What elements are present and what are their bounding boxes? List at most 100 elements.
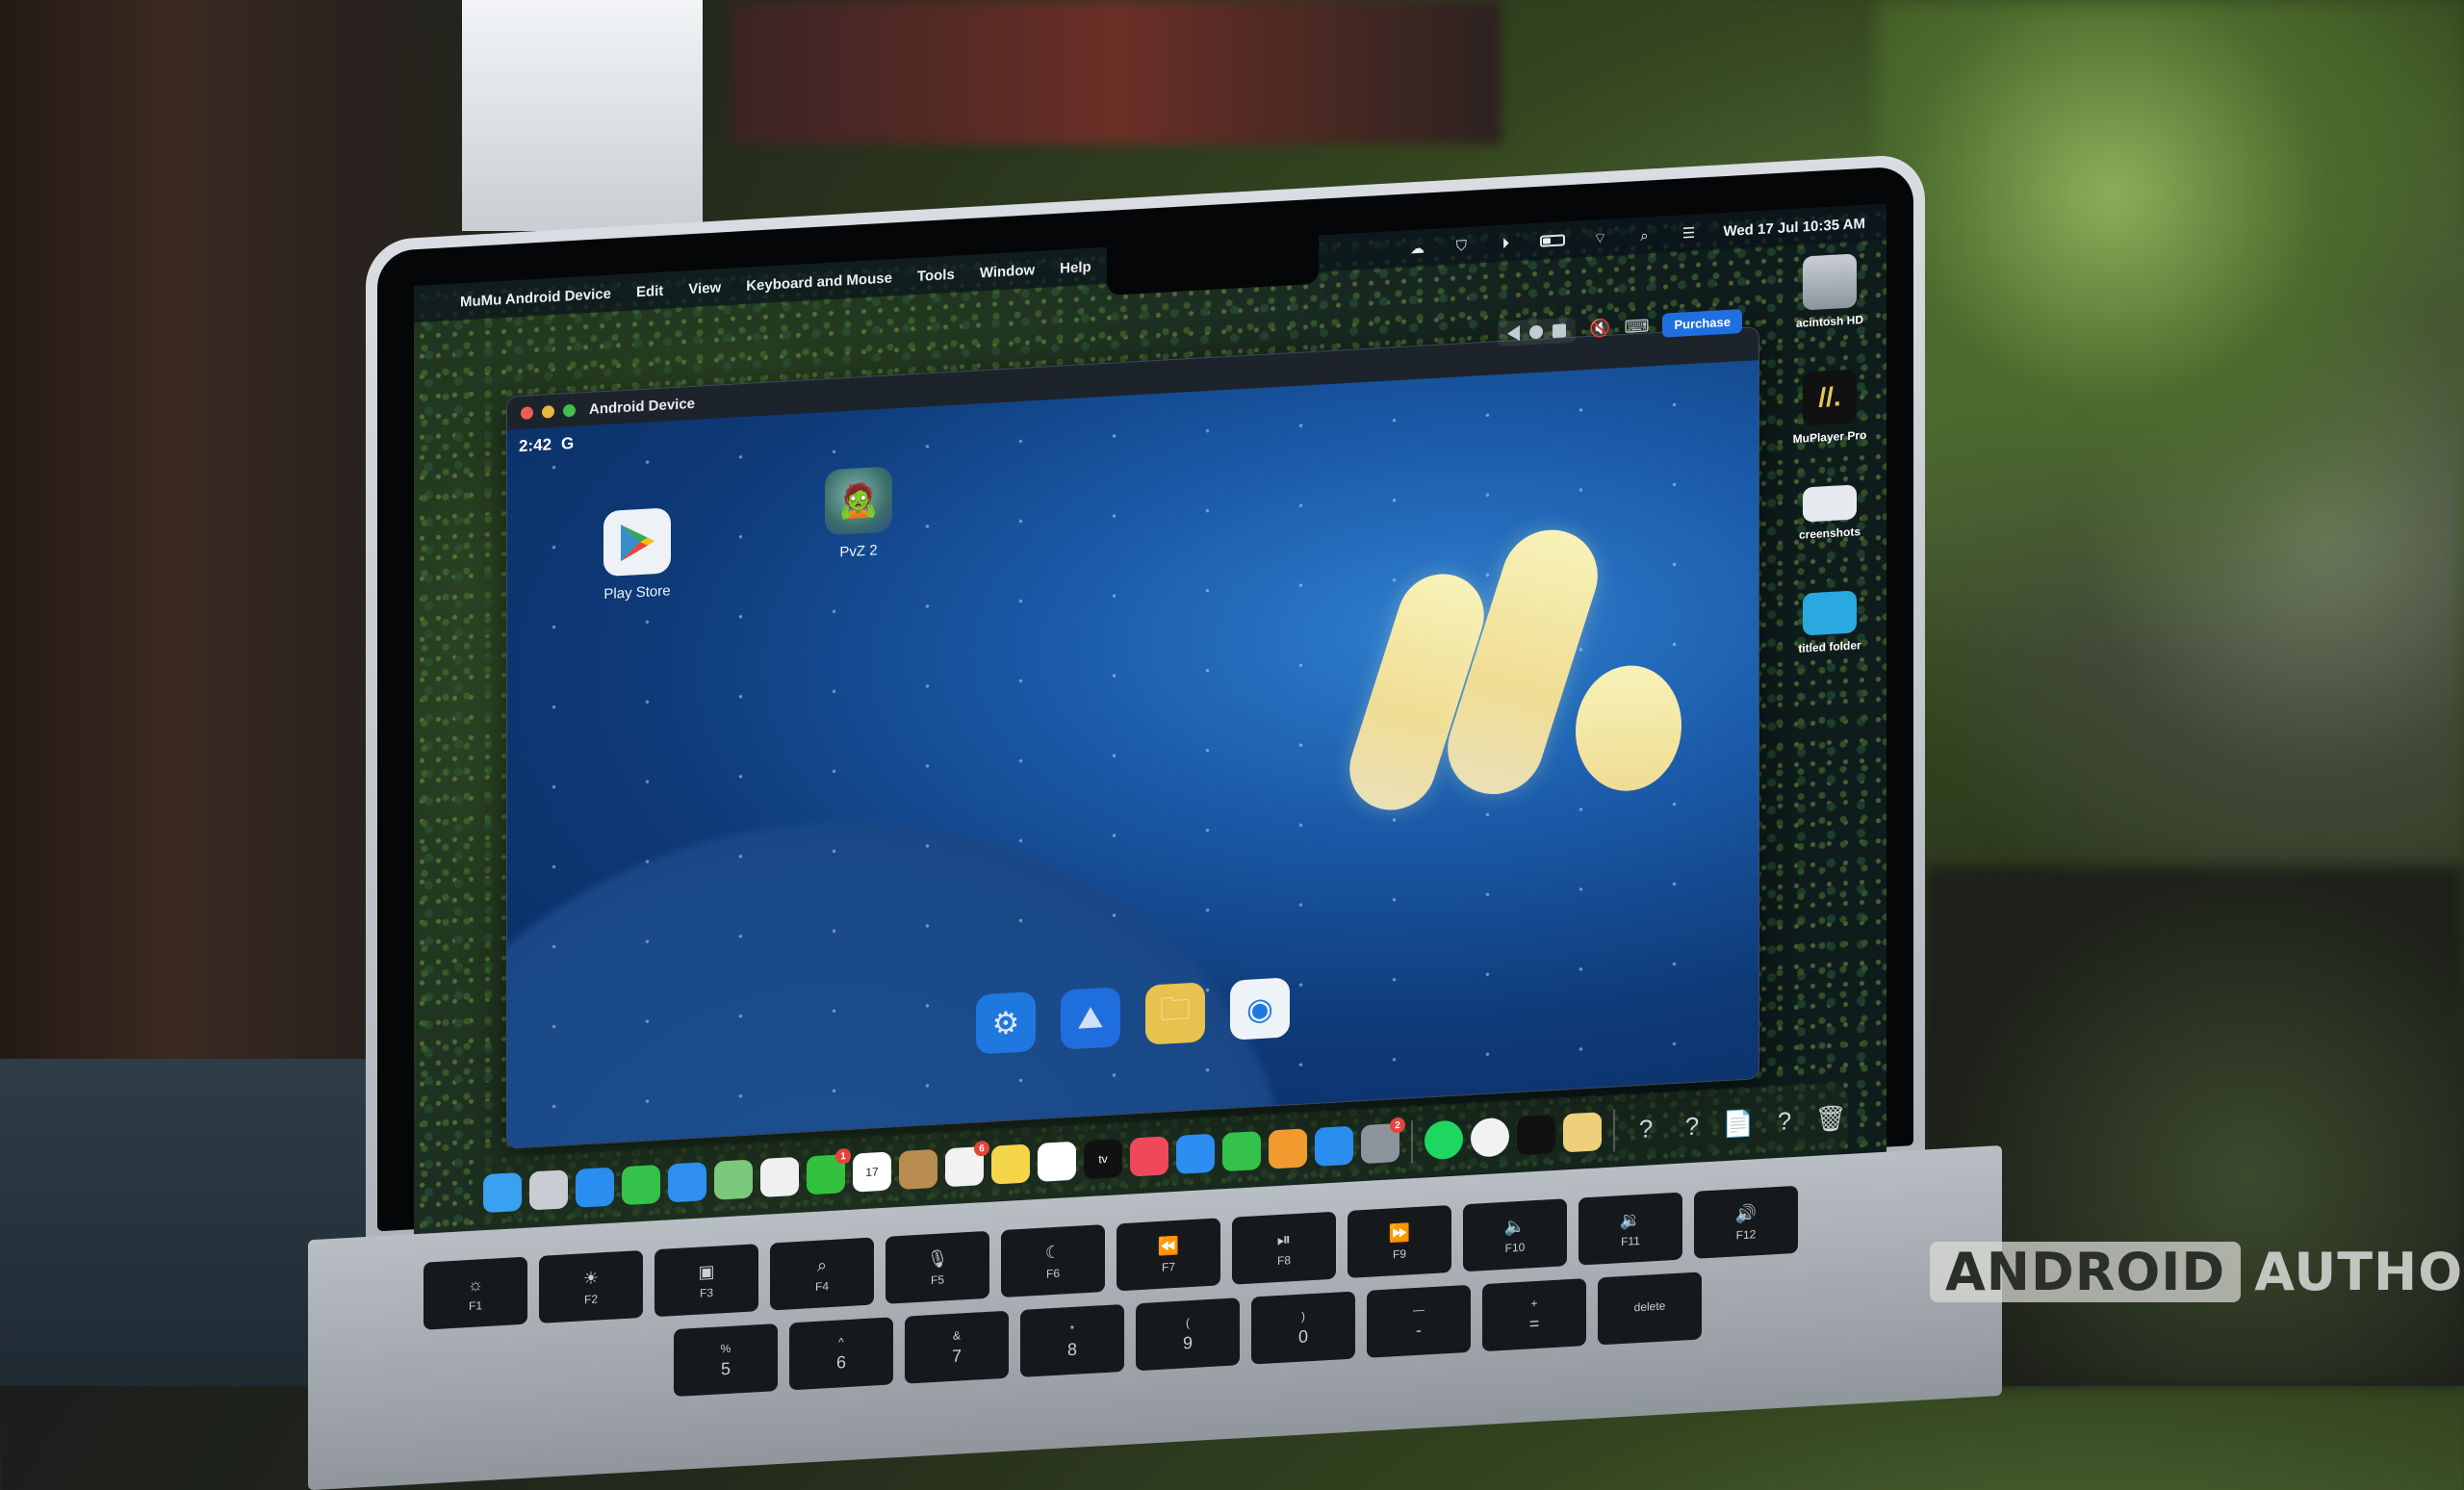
folder-icon [1803, 590, 1857, 636]
dock-app-store[interactable] [1315, 1125, 1353, 1167]
play-circle-icon[interactable]: ⏵ [1496, 235, 1515, 251]
keyboard-icon[interactable]: ⌨ [1624, 316, 1649, 337]
logo-dot [1576, 662, 1681, 794]
key-top-label: ( [1186, 1315, 1190, 1329]
dock-unknown-app[interactable]: ? [1673, 1106, 1711, 1146]
menu-window[interactable]: Window [980, 262, 1035, 281]
screen-bezel: MuMu Android Device Edit View Keyboard a… [377, 166, 1913, 1249]
dock-system-settings[interactable]: 2 [1361, 1117, 1405, 1165]
menu-app-name[interactable]: MuMu Android Device [460, 285, 611, 310]
dock-facetime[interactable]: 1 [807, 1147, 851, 1195]
menu-tools[interactable]: Tools [917, 266, 955, 284]
key-f2[interactable]: ☀ F2 [539, 1249, 643, 1323]
key-=[interactable]: + = [1482, 1278, 1586, 1352]
dock-muplayer[interactable] [1517, 1114, 1555, 1156]
key-f5[interactable]: 🎙 F5 [886, 1230, 989, 1304]
dock-reminders[interactable]: 6 [945, 1140, 989, 1188]
dock-document[interactable]: 📄 [1719, 1103, 1758, 1143]
back-icon[interactable] [1507, 324, 1521, 342]
dock-unknown-app[interactable]: ? [1627, 1109, 1665, 1149]
gallery-icon[interactable]: ⛰ [1061, 987, 1120, 1050]
menu-keyboard-and-mouse[interactable]: Keyboard and Mouse [746, 270, 892, 294]
key-symbol: 🔈 [1503, 1216, 1527, 1237]
desktop-icon-hard-drive[interactable]: acintosh HD [1786, 252, 1873, 330]
key-label: F4 [814, 1278, 829, 1294]
desktop-icon-folder[interactable]: titled folder [1786, 589, 1873, 655]
dock-notes[interactable] [991, 1143, 1030, 1185]
key-f8[interactable]: ⏯ F8 [1232, 1211, 1336, 1285]
notification-badge: 2 [1390, 1117, 1405, 1134]
notification-badge: 6 [974, 1140, 989, 1157]
dock-keynote[interactable] [1176, 1133, 1215, 1174]
control-center-icon[interactable]: ☰ [1679, 225, 1698, 243]
dock-trash[interactable]: 🗑 [1811, 1098, 1850, 1139]
dock-freeform[interactable] [1038, 1141, 1076, 1182]
key--[interactable]: — - [1367, 1284, 1471, 1358]
dock-photos[interactable] [760, 1156, 799, 1198]
browser-icon[interactable]: ◉ [1230, 977, 1290, 1040]
app-pvz2[interactable]: 🧟 PvZ 2 [825, 466, 892, 561]
dock-music[interactable] [1130, 1136, 1168, 1177]
menu-edit[interactable]: Edit [636, 282, 663, 300]
key-label: F3 [699, 1285, 713, 1300]
dock-chrome[interactable] [1471, 1117, 1509, 1158]
dock-separator [1411, 1120, 1413, 1164]
desktop-icon-muplayer[interactable]: //. MuPlayer Pro [1786, 368, 1873, 446]
close-button[interactable] [521, 405, 533, 420]
key-f10[interactable]: 🔈 F10 [1463, 1198, 1567, 1272]
dock-safari[interactable] [576, 1167, 614, 1208]
desktop-icon-screenshots[interactable]: creenshots [1786, 483, 1873, 542]
minimize-button[interactable] [542, 404, 554, 419]
key-0[interactable]: ) 0 [1251, 1291, 1355, 1365]
key-f3[interactable]: ▣ F3 [654, 1244, 758, 1318]
key-label: F5 [930, 1272, 944, 1287]
key-f9[interactable]: ⏩ F9 [1348, 1204, 1451, 1278]
shield-icon[interactable]: ⛉ [1451, 238, 1471, 255]
menu-help[interactable]: Help [1060, 258, 1091, 276]
recents-icon[interactable] [1553, 323, 1567, 339]
key-symbol: 🔊 [1734, 1202, 1758, 1223]
dock-messages[interactable] [622, 1164, 660, 1206]
dock-calendar[interactable]: 17 [853, 1151, 891, 1193]
dock-tv[interactable]: tv [1084, 1139, 1122, 1180]
dock-contacts[interactable] [899, 1148, 937, 1191]
key-bottom-label: 0 [1297, 1325, 1308, 1347]
menu-view[interactable]: View [688, 279, 721, 297]
key-f12[interactable]: 🔊 F12 [1694, 1185, 1798, 1259]
volume-mute-icon[interactable]: 🔇 [1589, 318, 1610, 339]
creative-cloud-icon[interactable]: ☁ [1407, 240, 1426, 258]
home-icon[interactable] [1529, 324, 1544, 340]
key-symbol: ▣ [698, 1261, 715, 1282]
dock-mail[interactable] [668, 1162, 706, 1203]
battery-icon[interactable] [1540, 234, 1566, 247]
dock-maps[interactable] [714, 1159, 753, 1200]
app-play-store[interactable]: Play Store [603, 507, 671, 603]
file-manager-icon[interactable]: 🗀 [1145, 982, 1205, 1045]
key-7[interactable]: & 7 [905, 1310, 1009, 1384]
wifi-icon[interactable]: ⌔ [1590, 229, 1609, 246]
key-f6[interactable]: ☾ F6 [1001, 1224, 1105, 1298]
dock-launchpad[interactable] [529, 1169, 568, 1211]
dock-spotify[interactable] [1424, 1119, 1463, 1161]
menu-clock[interactable]: Wed 17 Jul 10:35 AM [1723, 215, 1865, 239]
key-9[interactable]: (9 [1136, 1297, 1240, 1372]
key-f1[interactable]: ☼ F1 [424, 1256, 527, 1330]
key-delete[interactable]: delete [1598, 1272, 1702, 1346]
key-symbol: ☾ [1044, 1242, 1062, 1263]
screenshots-icon [1803, 484, 1857, 523]
zoom-button[interactable] [563, 403, 576, 418]
key-f7[interactable]: ⏪ F7 [1116, 1218, 1220, 1292]
key-8[interactable]: * 8 [1020, 1303, 1124, 1377]
purchase-button[interactable]: Purchase [1662, 308, 1742, 338]
key-6[interactable]: ^ 6 [789, 1317, 893, 1391]
key-bottom-label: - [1416, 1320, 1422, 1340]
dock-finder[interactable] [483, 1171, 522, 1214]
dock-unknown-app[interactable]: ? [1765, 1100, 1804, 1141]
search-icon[interactable]: ⌕ [1634, 227, 1654, 244]
dock-pages[interactable] [1269, 1128, 1307, 1169]
key-f11[interactable]: 🔉 F11 [1578, 1192, 1682, 1266]
dock-numbers[interactable] [1222, 1131, 1261, 1172]
settings-icon[interactable]: ⚙ [976, 991, 1036, 1055]
dock-muplayer-pro[interactable] [1563, 1112, 1602, 1153]
key-f4[interactable]: ⌕ F4 [770, 1237, 874, 1311]
